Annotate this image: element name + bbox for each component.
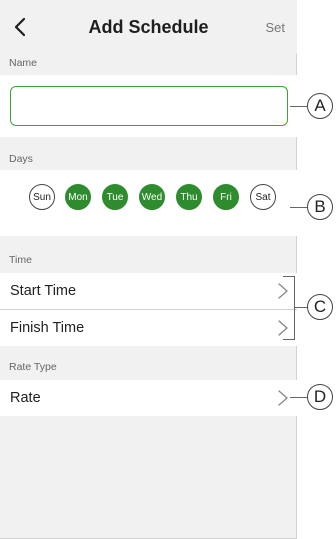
day-tue[interactable]: Tue <box>102 184 128 210</box>
callout-c: C <box>307 294 333 320</box>
day-mon[interactable]: Mon <box>65 184 91 210</box>
day-sun[interactable]: Sun <box>29 184 55 210</box>
day-selector: Sun Mon Tue Wed Thu Fri Sat <box>0 184 297 210</box>
page-title: Add Schedule <box>88 17 209 37</box>
rate-type-section-label: Rate Type <box>9 361 57 373</box>
start-time-label: Start Time <box>10 283 77 299</box>
day-thu[interactable]: Thu <box>176 184 202 210</box>
day-fri[interactable]: Fri <box>213 184 239 210</box>
callout-a: A <box>307 93 333 119</box>
day-wed[interactable]: Wed <box>139 184 165 210</box>
callout-b: B <box>307 194 333 220</box>
callout-line-b <box>290 207 308 208</box>
phone-screen: Add Schedule Set Name Days Sun Mon Tue W… <box>0 0 297 539</box>
back-button[interactable] <box>10 14 30 40</box>
name-input[interactable] <box>10 86 288 126</box>
set-button[interactable]: Set <box>265 20 285 35</box>
name-section-label: Name <box>9 57 38 69</box>
chevron-left-icon <box>14 17 26 37</box>
start-time-row[interactable]: Start Time <box>0 273 297 309</box>
day-sat[interactable]: Sat <box>250 184 276 210</box>
rate-label: Rate <box>10 390 41 406</box>
finish-time-label: Finish Time <box>10 320 85 336</box>
callout-line-a <box>290 106 308 107</box>
time-section-label: Time <box>9 254 32 266</box>
header: Add Schedule Set <box>0 0 297 54</box>
finish-time-row[interactable]: Finish Time <box>0 310 297 346</box>
chevron-right-icon <box>278 390 288 406</box>
callout-d: D <box>307 384 333 410</box>
callout-line-d <box>290 397 308 398</box>
days-section-label: Days <box>9 153 33 165</box>
rate-row[interactable]: Rate <box>0 380 297 416</box>
callout-bracket-c <box>283 276 295 340</box>
